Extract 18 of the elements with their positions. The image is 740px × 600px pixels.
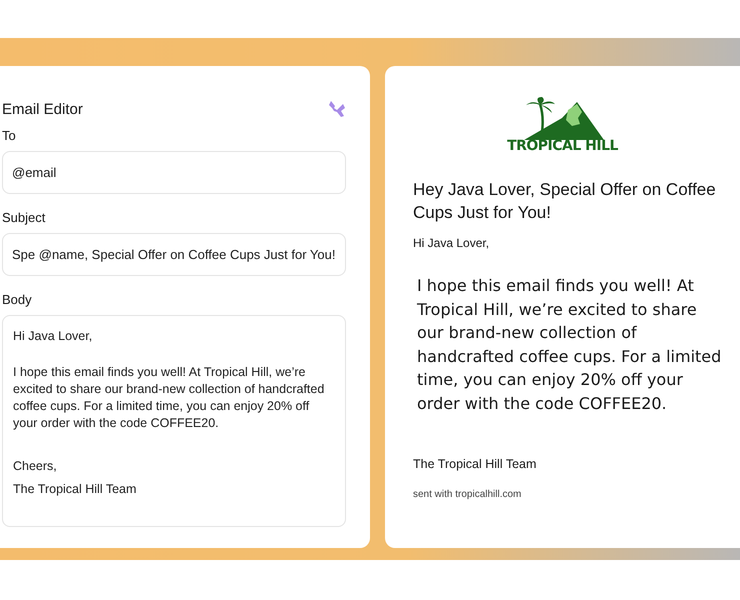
wrench-icon[interactable] <box>328 100 346 118</box>
body-text: Cheers, <box>13 458 58 475</box>
body-text: Hi Java Lover, <box>13 328 94 345</box>
field-label: To <box>2 128 17 143</box>
input-field[interactable]: @email <box>2 151 346 194</box>
logo-text: TROPICAL HILL <box>507 138 618 154</box>
message-text: I hope this email finds you well! At Tropical Hill, we’re excited to share our brand-new collection of handcrafted coffee cups. For a limited time, you can enjoy 20% off your order with the code COFFEE20. <box>416 275 722 414</box>
body-field[interactable] <box>2 315 346 527</box>
field-label: Body <box>2 292 33 307</box>
field-label: Subject <box>2 210 46 225</box>
email-subject: Hey Java Lover, Special Offer on Coffee Cups Just for You! <box>413 179 717 224</box>
panel-title: Email Editor <box>2 100 83 118</box>
signature-text: The Tropical Hill Team <box>413 457 538 471</box>
footer-text: sent with tropicalhill.com <box>413 489 522 500</box>
input-field[interactable]: Spe @name, Special Offer on Coffee Cups Just for You! <box>2 233 346 276</box>
body-text: I hope this email finds you well! At Tropical Hill, we’re excited to share our brand-new collection of handcrafted coffee cups. For a limited time, you can enjoy 20% off your order with the code COFFEE20. <box>13 364 326 432</box>
greeting-text: Hi Java Lover, <box>413 236 490 250</box>
body-text: The Tropical Hill Team <box>13 481 138 498</box>
